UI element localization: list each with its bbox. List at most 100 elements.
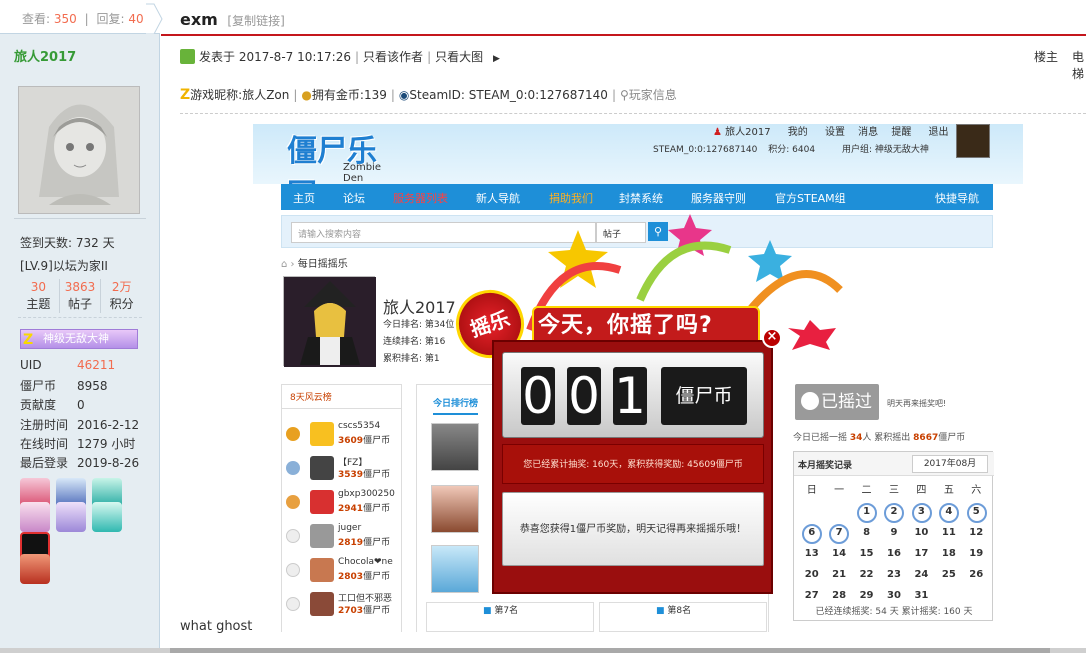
embed-profile-avatar <box>283 276 376 367</box>
calendar-day: 8 <box>863 527 871 538</box>
embed-breadcrumb: ⌂ › 每日摇摇乐 <box>281 259 348 270</box>
close-icon[interactable]: × <box>762 328 782 348</box>
draw-record-panel: 已摇过 明天再来摇奖吧! 今日已摇一摇 34人 累积摇出 8667僵尸币 本月摇… <box>793 384 1023 632</box>
info-last-login: 最后登录 2019-8-26 <box>20 456 140 470</box>
coin-stack-icon: ● <box>301 88 312 102</box>
horizontal-scrollbar[interactable] <box>0 648 1086 653</box>
embed-nav: 主页 论坛 服务器列表 新人导航 捐助我们 封禁系统 服务器守则 官方STEAM… <box>281 184 993 210</box>
calendar-day <box>935 585 962 606</box>
calendar-day: 18 <box>941 548 956 559</box>
embed-avatar <box>956 124 990 158</box>
author-name-link[interactable]: 旅人2017 <box>14 46 76 65</box>
embed-profile-name: 旅人2017 <box>383 298 456 317</box>
medal-badge-5[interactable] <box>56 502 86 532</box>
player-info-link[interactable]: 玩家信息 <box>629 88 677 102</box>
calendar-day: 2 <box>880 501 907 523</box>
calendar-day: 24 <box>914 569 929 580</box>
views-count: 350 <box>53 12 77 26</box>
rank-row: juger 2819僵尸币 <box>286 523 401 549</box>
calendar-day <box>798 501 825 522</box>
rank-row: cscs5354 3609僵尸币 <box>286 421 401 447</box>
info-contribution: 贡献度 0 <box>20 398 85 412</box>
scrollbar-thumb[interactable] <box>170 648 1050 653</box>
rank-row: 工口但不邪恶 2703僵尸币 <box>286 591 401 617</box>
info-coins: 僵尸币 8958 <box>20 379 108 393</box>
weekday-header: 日 <box>806 485 817 496</box>
month-calendar: 本月摇奖记录 2017年08月 日一二三四五六 1 2 3 4 5 6 7 8 9 10 11 12 13 1… <box>793 451 994 621</box>
calendar-day: 12 <box>969 527 984 538</box>
calendar-day: 13 <box>804 548 819 559</box>
calendar-day: 6 <box>798 522 825 544</box>
calendar-day: 30 <box>887 590 901 601</box>
usergroup-medal: Z 神级无敌大神 <box>20 329 138 349</box>
rank-row: Chocola❤ne 2803僵尸币 <box>286 557 401 583</box>
ranking-panel: 8天风云榜 cscs5354 3609僵尸币 【FZ】 3539僵尸币 gbxp30… <box>281 384 402 632</box>
lottery-popup: 0 0 1 僵尸币 您已经累计抽奖: 160天，累积获得奖励: 45609僵尸币… <box>492 340 773 594</box>
author-sidebar: 查看: 350 | 回复: 40 旅人2017 签到天数: 732 天 [LV.… <box>0 0 163 653</box>
calendar-day: 5 <box>963 501 990 523</box>
replies-count: 40 <box>128 12 144 26</box>
medal-badge-6[interactable] <box>92 502 122 532</box>
calendar-day: 3 <box>908 501 935 523</box>
post-meta: 发表于 2017-8-7 10:17:26 | 只看该作者 | 只看大图 ▶ <box>180 48 500 65</box>
weekday-header: 五 <box>943 485 954 496</box>
counter-separator: | <box>84 12 89 26</box>
post-body-text: what ghost <box>180 619 253 634</box>
medal-badge-4[interactable] <box>20 502 50 532</box>
calendar-day: 7 <box>825 522 852 544</box>
view-reply-counter: 查看: 350 | 回复: 40 <box>0 0 163 34</box>
user-level: [LV.9]以坛为家II <box>20 259 108 273</box>
embed-header: 僵尸乐园 Zombie Den ♟ 旅人2017 我的 设置 消息 提醒 退出 … <box>253 124 1023 213</box>
weekday-header: 六 <box>971 485 982 496</box>
rank-card-8: ■ 第8名 <box>599 602 767 632</box>
sign-days: 签到天数: 732 天 <box>20 236 115 250</box>
elevator-link[interactable]: 电梯 <box>1072 48 1086 82</box>
embed-user-links: ♟ 旅人2017 我的 设置 消息 提醒 退出 <box>713 127 949 138</box>
stat-points[interactable]: 2万 积分 <box>101 279 142 313</box>
author-avatar[interactable] <box>18 86 140 214</box>
calendar-day: 26 <box>969 569 984 580</box>
copy-link-button[interactable]: [复制链接] <box>227 14 284 28</box>
already-shaken-button: 已摇过 <box>795 384 879 420</box>
z-logo-icon: Z <box>23 332 34 348</box>
replies-label: 回复: <box>96 12 125 26</box>
uid-link[interactable]: 46211 <box>77 358 115 372</box>
calendar-day: 14 <box>832 548 847 559</box>
thread-title: exm [复制链接] <box>180 10 285 29</box>
calendar-day: 10 <box>914 527 929 538</box>
gift-icon <box>801 392 819 410</box>
steam-icon: ◉ <box>398 88 410 102</box>
calendar-day: 9 <box>890 527 898 538</box>
rank-row: 【FZ】 3539僵尸币 <box>286 455 401 481</box>
user-stats: 30 主题 3863 帖子 2万 积分 <box>18 279 142 318</box>
post-date: 发表于 2017-8-7 10:17:26 <box>199 50 351 64</box>
dashed-separator <box>180 113 1086 114</box>
title-underline <box>161 34 1086 36</box>
digit-3: 1 <box>613 367 647 425</box>
calendar-day: 17 <box>914 548 929 559</box>
zombie-den-logo: 僵尸乐园 Zombie Den <box>287 134 381 213</box>
embed-user-meta: STEAM_0:0:127687140 积分: 6404 用户组: 神级无敌大神 <box>653 145 929 155</box>
only-author-link[interactable]: 只看该作者 <box>363 50 423 64</box>
magnifier-icon: ⚲ <box>619 88 629 102</box>
calendar-day <box>825 501 852 522</box>
popup-message: 恭喜您获得1僵尸币奖励，明天记得再来摇摇乐哦！ <box>502 492 764 566</box>
calendar-day: 1 <box>853 501 880 523</box>
today-summary: 今日已摇一摇 34人 累积摇出 8667僵尸币 <box>793 433 966 443</box>
currency-label: 僵尸币 <box>661 367 747 425</box>
info-uid: UID 46211 <box>20 358 116 372</box>
weekday-header: 一 <box>834 485 845 496</box>
weekday-header: 三 <box>888 485 899 496</box>
calendar-day: 21 <box>832 569 847 580</box>
medal-badge-8[interactable] <box>20 554 50 584</box>
player-info-line: Z游戏昵称:旅人Zon | ●拥有金币:139 | ◉SteamID: STEAM_0:… <box>180 87 677 103</box>
weekday-header: 四 <box>916 485 927 496</box>
play-arrow-icon[interactable]: ▶ <box>493 54 500 64</box>
calendar-day: 11 <box>941 527 956 538</box>
floor-label: 楼主 <box>1033 50 1058 64</box>
sidebar-divider <box>14 218 146 219</box>
big-image-link[interactable]: 只看大图 <box>435 50 483 64</box>
stat-topics[interactable]: 30 主题 <box>18 279 60 313</box>
lottery-counter: 0 0 1 僵尸币 <box>502 352 764 438</box>
stat-posts[interactable]: 3863 帖子 <box>60 279 102 313</box>
